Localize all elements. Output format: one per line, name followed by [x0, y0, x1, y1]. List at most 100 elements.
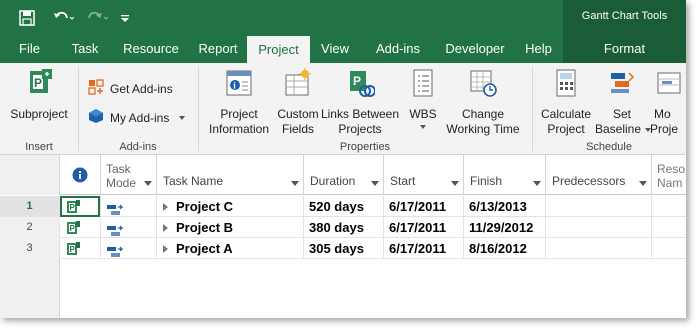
task-name-cell[interactable]: Project C	[157, 196, 304, 217]
column-header-task-name[interactable]: Task Name	[157, 155, 304, 195]
links-between-projects-button[interactable]: P Links Between Projects	[320, 67, 400, 137]
task-mode-header-wrap: Task Mode	[106, 162, 136, 190]
finish-cell[interactable]: 6/13/2013	[464, 196, 546, 217]
subproject-icon: P	[4, 67, 74, 103]
column-header-predecessors[interactable]: Predecessors	[546, 155, 652, 195]
column-header-task-mode[interactable]: Task Mode	[101, 155, 157, 195]
tab-developer[interactable]: Developer	[436, 35, 514, 63]
set-baseline-button[interactable]: Set Baseline	[595, 67, 652, 137]
table-row[interactable]: 2 P Project B 380 days 6/17/2011 11/29/2…	[0, 217, 686, 238]
change-working-time-label-2: Working Time	[446, 122, 520, 136]
row-number-gutter	[0, 259, 60, 318]
chevron-down-icon[interactable]	[371, 181, 379, 186]
project-information-label-1: Project	[220, 107, 258, 121]
expand-caret-icon[interactable]	[163, 223, 168, 232]
tab-format[interactable]: Format	[563, 35, 686, 63]
links-between-projects-label-1: Links Between	[320, 107, 400, 121]
chevron-down-icon[interactable]	[639, 181, 647, 186]
resource-names-cell[interactable]	[652, 238, 686, 259]
finish-cell[interactable]: 8/16/2012	[464, 238, 546, 259]
resource-names-header-wrap: Reso Nam	[657, 162, 685, 190]
customize-qat-icon[interactable]	[118, 0, 132, 35]
task-mode-cell[interactable]	[101, 217, 157, 238]
table-row[interactable]: 1 P Project C 520 days 6/17/2011 6/13/20…	[0, 196, 686, 217]
duration-cell[interactable]: 520 days	[304, 196, 384, 217]
expand-caret-icon[interactable]	[163, 202, 168, 211]
change-working-time-button[interactable]: Change Working Time	[442, 67, 524, 137]
tab-file[interactable]: File	[2, 35, 57, 63]
svg-text:P: P	[70, 224, 76, 233]
calculate-project-button[interactable]: Calculate Project	[537, 67, 595, 137]
select-all-corner[interactable]	[0, 155, 60, 195]
group-separator	[78, 67, 79, 151]
subproject-label: Subproject	[10, 107, 68, 121]
expand-caret-icon[interactable]	[163, 244, 168, 253]
add-ins-store-icon	[88, 79, 104, 98]
predecessors-cell[interactable]	[546, 238, 652, 259]
table-header: Task Mode Task Name Duration Start Finis…	[0, 155, 686, 195]
tab-project[interactable]: Project	[247, 36, 310, 63]
tab-report[interactable]: Report	[189, 35, 247, 63]
row-number[interactable]: 2	[0, 217, 60, 238]
group-label-add-ins: Add-ins	[119, 141, 157, 153]
title-bar: Gantt Chart Tools	[0, 0, 686, 35]
duration-cell[interactable]: 305 days	[304, 238, 384, 259]
column-header-indicators[interactable]	[60, 155, 101, 195]
subproject-button[interactable]: P Subproject	[4, 67, 74, 122]
indicator-cell[interactable]: P	[60, 238, 101, 259]
tab-help[interactable]: Help	[514, 35, 563, 63]
duration-cell[interactable]: 380 days	[304, 217, 384, 238]
get-add-ins-button[interactable]: Get Add-ins	[88, 79, 173, 98]
task-name: Project C	[176, 199, 234, 214]
auto-scheduled-icon	[107, 222, 125, 238]
column-header-finish[interactable]: Finish	[464, 155, 546, 195]
my-add-ins-icon	[88, 108, 104, 127]
tab-view[interactable]: View	[310, 35, 360, 63]
project-information-icon: i	[203, 67, 275, 103]
wbs-icon	[404, 67, 442, 103]
task-mode-cell[interactable]	[101, 196, 157, 217]
column-header-start[interactable]: Start	[384, 155, 464, 195]
save-icon[interactable]	[16, 0, 38, 35]
ribbon-tabs: File Task Resource Report Project View A…	[0, 35, 686, 63]
start-cell[interactable]: 6/17/2011	[384, 196, 464, 217]
chevron-down-icon[interactable]	[144, 181, 152, 186]
tab-add-ins[interactable]: Add-ins	[360, 35, 436, 63]
wbs-button[interactable]: WBS	[404, 67, 442, 129]
resource-names-cell[interactable]	[652, 196, 686, 217]
task-mode-cell[interactable]	[101, 238, 157, 259]
tab-task[interactable]: Task	[57, 35, 113, 63]
predecessors-cell[interactable]	[546, 196, 652, 217]
indicator-cell[interactable]: P	[60, 217, 101, 238]
predecessors-cell[interactable]	[546, 217, 652, 238]
links-between-projects-icon: P	[320, 67, 400, 103]
row-number[interactable]: 1	[0, 196, 60, 217]
resource-names-cell[interactable]	[652, 217, 686, 238]
my-add-ins-button[interactable]: My Add-ins	[88, 108, 186, 127]
move-project-button[interactable]: Mo Proje	[650, 67, 686, 137]
column-header-duration[interactable]: Duration	[304, 155, 384, 195]
move-project-icon	[654, 67, 686, 103]
task-name-cell[interactable]: Project B	[157, 217, 304, 238]
chevron-down-icon[interactable]	[451, 181, 459, 186]
chevron-down-icon[interactable]	[533, 181, 541, 186]
table-row[interactable]: 3 P Project A 305 days 6/17/2011 8/16/20…	[0, 238, 686, 259]
undo-icon[interactable]	[50, 0, 76, 35]
redo-icon[interactable]	[84, 0, 110, 35]
group-separator	[198, 67, 199, 151]
group-separator	[532, 67, 533, 151]
task-name-cell[interactable]: Project A	[157, 238, 304, 259]
chevron-down-icon[interactable]	[291, 181, 299, 186]
task-mode-header-2: Mode	[106, 176, 137, 190]
finish-cell[interactable]: 11/29/2012	[464, 217, 546, 238]
column-header-resource-names[interactable]: Reso Nam	[652, 155, 686, 195]
custom-fields-button[interactable]: Custom Fields	[276, 67, 320, 137]
start-cell[interactable]: 6/17/2011	[384, 238, 464, 259]
tab-resource[interactable]: Resource	[113, 35, 189, 63]
empty-table-area[interactable]	[0, 259, 686, 318]
row-number[interactable]: 3	[0, 238, 60, 259]
set-baseline-label-2: Baseline	[595, 122, 642, 136]
svg-text:P: P	[70, 245, 76, 254]
start-cell[interactable]: 6/17/2011	[384, 217, 464, 238]
project-information-button[interactable]: i Project Information	[203, 67, 275, 137]
